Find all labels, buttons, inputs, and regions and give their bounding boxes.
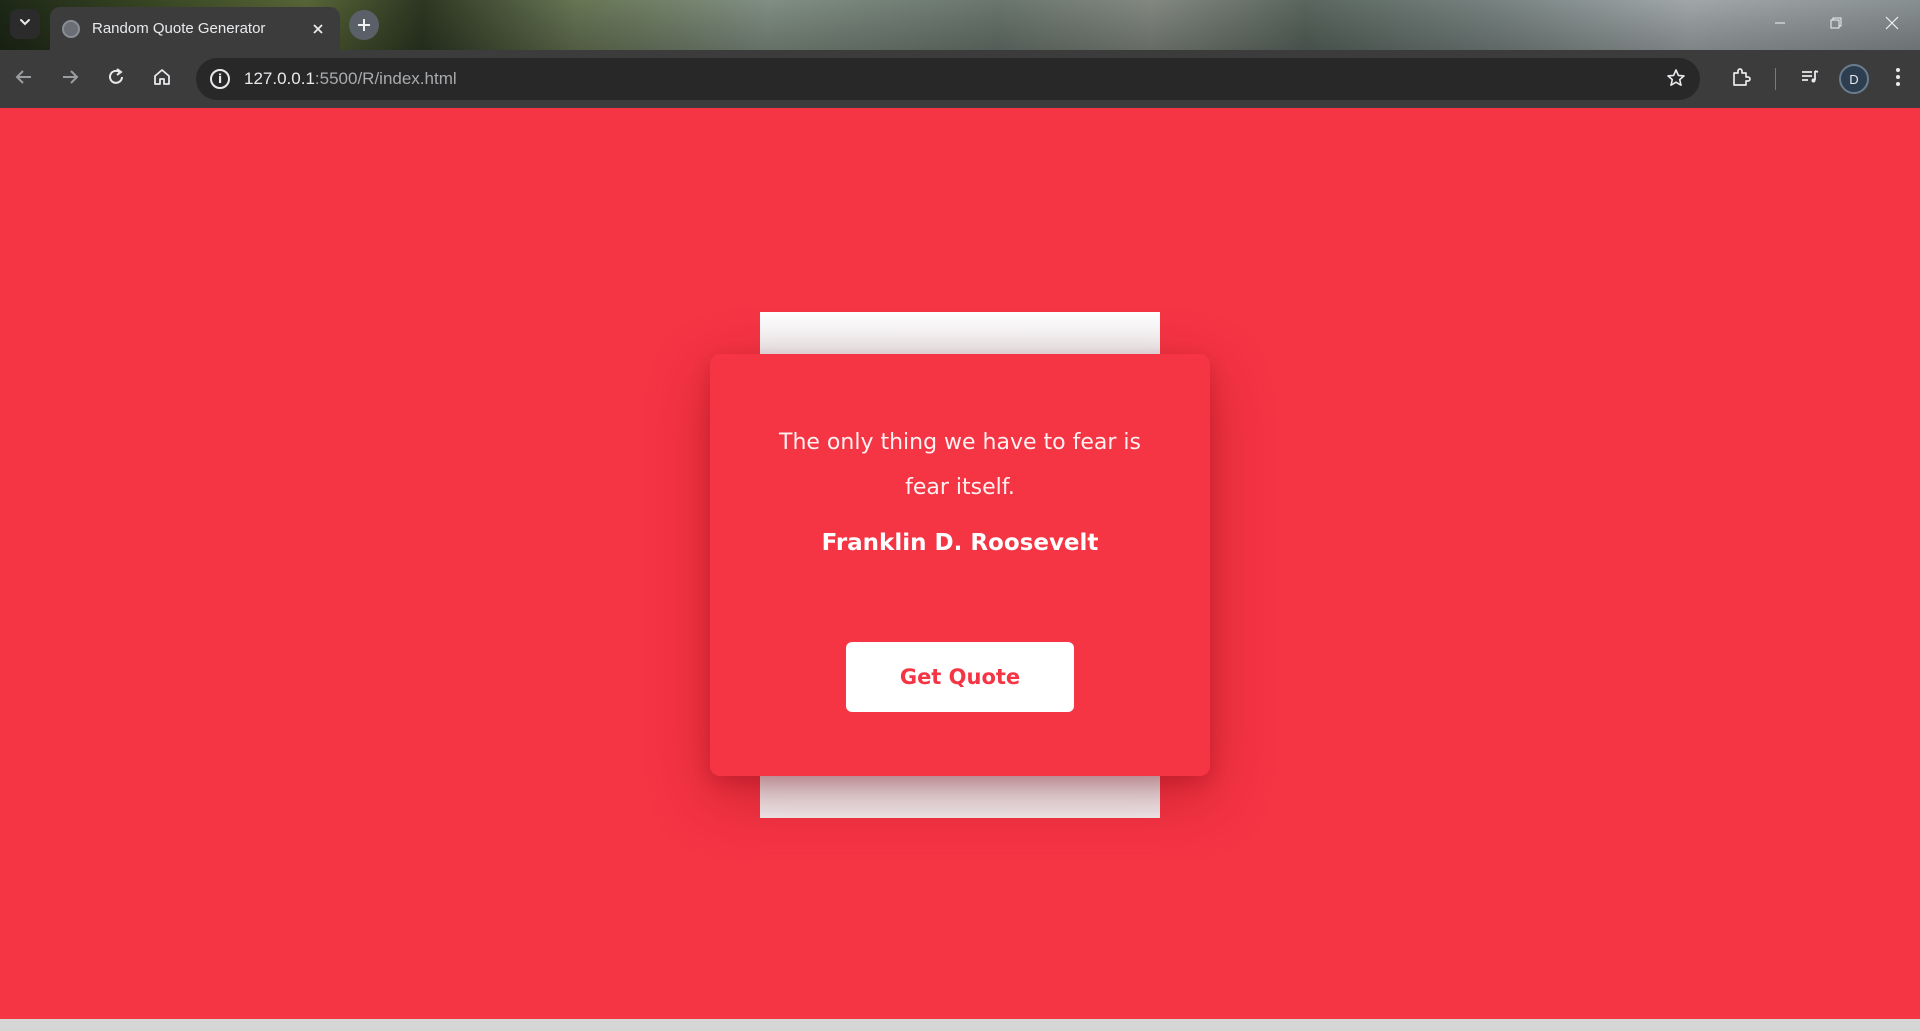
- browser-tab[interactable]: Random Quote Generator: [50, 7, 340, 50]
- browser-toolbar: i 127.0.0.1:5500/R/index.html D: [0, 50, 1920, 108]
- quote-card: The only thing we have to fear is fear i…: [710, 354, 1210, 776]
- quote-author: Franklin D. Roosevelt: [821, 530, 1099, 556]
- globe-icon: [62, 19, 80, 38]
- menu-button[interactable]: [1876, 57, 1920, 101]
- close-icon: [1885, 16, 1899, 35]
- get-quote-button[interactable]: Get Quote: [846, 642, 1074, 712]
- close-window-button[interactable]: [1864, 0, 1920, 50]
- minimize-button[interactable]: [1752, 0, 1808, 50]
- info-icon[interactable]: i: [210, 69, 230, 89]
- reload-button[interactable]: [94, 57, 138, 101]
- star-icon[interactable]: [1666, 68, 1686, 93]
- tab-search-button[interactable]: [10, 9, 40, 39]
- media-queue-icon: [1800, 67, 1820, 92]
- new-tab-button[interactable]: [349, 10, 379, 40]
- restore-icon: [1830, 16, 1842, 34]
- chevron-down-icon: [18, 15, 32, 34]
- url-path: :5500/R/index.html: [314, 69, 457, 88]
- profile-avatar[interactable]: D: [1839, 64, 1869, 94]
- toolbar-actions: D: [1719, 50, 1920, 108]
- back-button[interactable]: [2, 57, 46, 101]
- extensions-icon: [1731, 67, 1751, 92]
- reload-icon: [107, 67, 125, 91]
- tab-title: Random Quote Generator: [92, 20, 266, 37]
- url-text[interactable]: 127.0.0.1:5500/R/index.html: [244, 69, 457, 89]
- bottom-bar: [0, 1019, 1920, 1031]
- minimize-icon: [1774, 16, 1786, 34]
- more-vert-icon: [1895, 67, 1901, 92]
- window-controls: [1752, 0, 1920, 50]
- card-backdrop-bottom: [760, 776, 1160, 818]
- card-backdrop-top: [760, 312, 1160, 354]
- home-icon: [153, 68, 171, 91]
- restore-button[interactable]: [1808, 0, 1864, 50]
- close-icon[interactable]: [308, 19, 328, 39]
- plus-icon: [357, 14, 371, 36]
- forward-button[interactable]: [48, 57, 92, 101]
- tab-strip: Random Quote Generator: [0, 0, 1920, 50]
- forward-arrow-icon: [61, 68, 79, 91]
- address-bar[interactable]: i 127.0.0.1:5500/R/index.html: [196, 58, 1700, 100]
- page-content: The only thing we have to fear is fear i…: [0, 108, 1920, 1019]
- back-arrow-icon: [15, 68, 33, 91]
- media-queue-button[interactable]: [1788, 57, 1832, 101]
- quote-text: The only thing we have to fear is fear i…: [779, 430, 1141, 500]
- url-host: 127.0.0.1: [244, 69, 315, 88]
- home-button[interactable]: [140, 57, 184, 101]
- toolbar-divider: [1775, 68, 1776, 90]
- extensions-button[interactable]: [1719, 57, 1763, 101]
